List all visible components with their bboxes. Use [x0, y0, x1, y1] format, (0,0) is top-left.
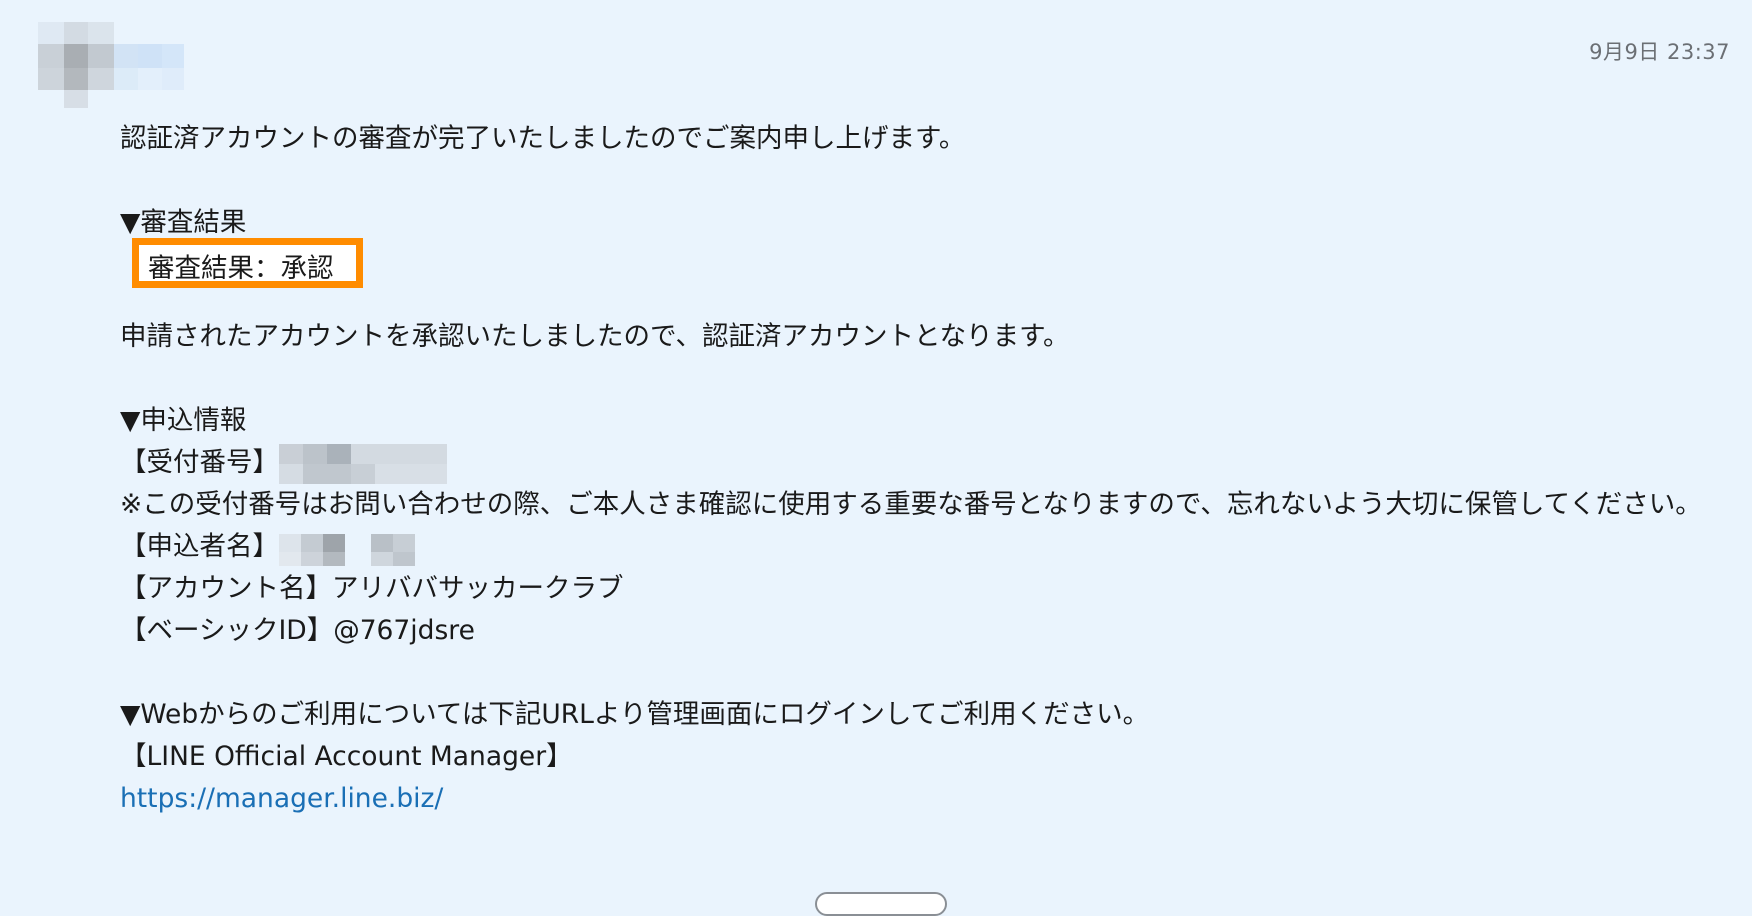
account-name-row: 【アカウント名】アリババサッカークラブ	[120, 573, 624, 604]
basic-id-row: 【ベーシックID】@767jdsre	[120, 615, 475, 646]
review-result-highlight: 審査結果：承認	[132, 238, 363, 288]
receipt-number-row: 【受付番号】	[120, 442, 1732, 484]
review-result-text: 審査結果：承認	[148, 253, 334, 284]
redacted-applicant-name	[279, 528, 429, 568]
sender-avatar[interactable]	[38, 22, 184, 108]
web-heading: ▼Webからのご利用については下記URLより管理画面にログインしてご利用ください…	[120, 699, 1150, 730]
manager-url-link[interactable]: https://manager.line.biz/	[120, 783, 443, 814]
manager-label: 【LINE Official Account Manager】	[120, 741, 573, 772]
message-timestamp: 9月9日 23:37	[1589, 40, 1730, 64]
receipt-number-label: 【受付番号】	[120, 447, 279, 478]
review-result-row: 審査結果：承認	[120, 238, 1732, 288]
receipt-note: ※この受付番号はお問い合わせの際、ご本人さま確認に使用する重要な番号となりますの…	[120, 489, 1702, 520]
approval-note: 申請されたアカウントを承認いたしましたので、認証済アカウントとなります。	[120, 321, 1070, 352]
redacted-receipt-number	[279, 443, 447, 484]
applicant-name-row: 【申込者名】	[120, 526, 1732, 568]
application-heading: ▼申込情報	[120, 405, 247, 436]
scroll-to-bottom-button[interactable]	[815, 892, 947, 916]
intro-text: 認証済アカウントの審査が完了いたしましたのでご案内申し上げます。	[120, 123, 966, 154]
message-body: 認証済アカウントの審査が完了いたしましたのでご案内申し上げます。 ▼審査結果 審…	[120, 118, 1732, 820]
applicant-name-label: 【申込者名】	[120, 531, 279, 562]
